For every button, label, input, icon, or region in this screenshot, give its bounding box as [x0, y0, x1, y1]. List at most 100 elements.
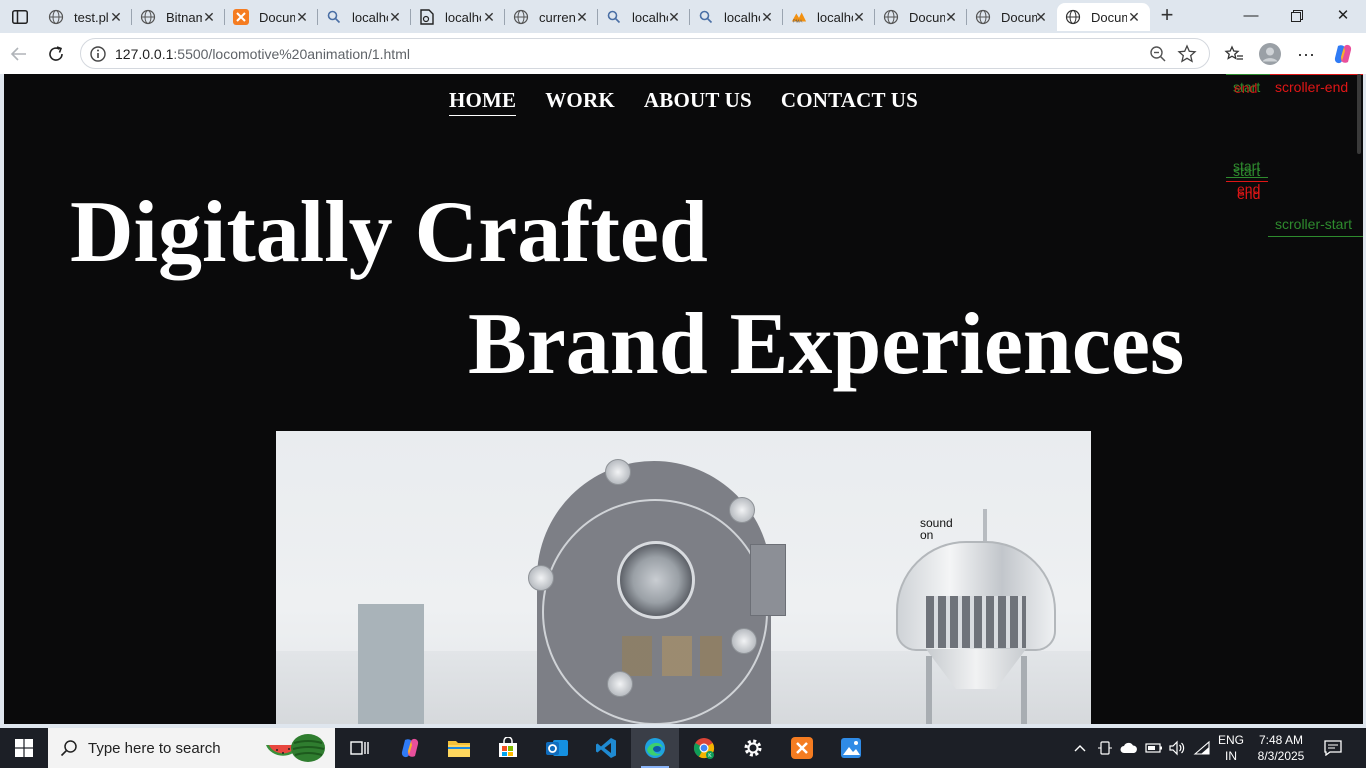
clock[interactable]: 7:48 AM 8/3/2025 [1250, 732, 1312, 764]
close-tab-icon[interactable]: ✕ [387, 9, 403, 25]
browser-tab[interactable]: localhost ✕ [318, 3, 411, 31]
close-tab-icon[interactable]: ✕ [201, 9, 217, 25]
show-hidden-icons-chevron-icon[interactable] [1070, 728, 1090, 768]
browser-tab[interactable]: test.pl ✕ [40, 3, 132, 31]
watermelon-icon [264, 733, 326, 763]
close-tab-icon[interactable]: ✕ [294, 9, 310, 25]
nav-work[interactable]: WORK [545, 88, 615, 116]
sound-toggle[interactable]: sound on [920, 517, 953, 541]
clock-date: 8/3/2025 [1257, 749, 1305, 763]
xampp-app-icon[interactable] [778, 728, 826, 768]
video-knob [607, 671, 633, 697]
copilot-app-icon[interactable] [386, 728, 434, 768]
browser-tab[interactable]: current ✕ [505, 3, 598, 31]
marker-end: end [1237, 186, 1261, 202]
browser-tab[interactable]: Document ✕ [875, 3, 967, 31]
tray-device-icon[interactable] [1095, 728, 1115, 768]
zoom-out-icon[interactable] [1149, 45, 1167, 63]
windows-start-icon[interactable] [0, 728, 48, 768]
marker-line-scroller-end [1270, 74, 1363, 75]
language-indicator[interactable]: ENG IN [1214, 732, 1248, 764]
tab-label: Document [1091, 9, 1127, 25]
close-tab-icon[interactable]: ✕ [851, 9, 867, 25]
restore-icon[interactable] [1274, 4, 1320, 28]
hero-heading-line-2: Brand Experiences [468, 296, 1185, 393]
document-icon [419, 9, 435, 25]
tab-label: localhost [724, 9, 760, 25]
region-code: IN [1225, 749, 1237, 763]
copilot-icon[interactable] [1330, 41, 1356, 67]
favorite-star-icon[interactable] [1177, 44, 1197, 64]
outlook-icon[interactable] [533, 728, 581, 768]
browser-tab[interactable]: localhost ✕ [690, 3, 783, 31]
close-window-icon[interactable]: ✕ [1320, 4, 1366, 28]
minimize-icon[interactable]: — [1228, 4, 1274, 28]
browser-toolbar: 127.0.0.1:5500/locomotive%20animation/1.… [0, 33, 1366, 74]
close-tab-icon[interactable]: ✕ [481, 9, 497, 25]
close-tab-icon[interactable]: ✕ [1033, 9, 1049, 25]
tab-label: localhost [352, 9, 388, 25]
microsoft-store-icon[interactable] [484, 728, 532, 768]
tab-label: localhost [632, 9, 668, 25]
language-code: ENG [1217, 733, 1244, 747]
file-explorer-icon[interactable] [435, 728, 483, 768]
hero-video[interactable]: sound on [276, 431, 1091, 724]
refresh-icon[interactable] [43, 41, 69, 67]
battery-icon[interactable] [1143, 728, 1165, 768]
more-options-icon[interactable]: ··· [1293, 41, 1319, 67]
marker-line-start [1226, 177, 1268, 178]
video-knob [731, 628, 757, 654]
edge-browser-icon[interactable] [631, 728, 679, 768]
browser-tab[interactable]: Document ✕ [225, 3, 318, 31]
site-info-icon[interactable] [89, 45, 107, 63]
tab-strip: test.pl ✕ Bitnami ✕ Document ✕ localhost… [0, 0, 1366, 33]
close-tab-icon[interactable]: ✕ [574, 9, 590, 25]
nav-contact-us[interactable]: CONTACT US [781, 88, 918, 116]
network-icon[interactable] [1190, 728, 1214, 768]
marker-line-start [1226, 74, 1270, 75]
close-tab-icon[interactable]: ✕ [108, 9, 124, 25]
main-nav: HOME WORK ABOUT US CONTACT US [4, 88, 1363, 116]
browser-tab[interactable]: Bitnami ✕ [132, 3, 225, 31]
globe-icon [140, 9, 156, 25]
new-tab-icon[interactable]: + [1155, 4, 1179, 27]
nav-home[interactable]: HOME [448, 88, 517, 116]
notifications-icon[interactable] [1320, 728, 1346, 768]
settings-gear-icon[interactable] [729, 728, 777, 768]
photos-app-icon[interactable] [827, 728, 875, 768]
vscode-icon[interactable] [582, 728, 630, 768]
svg-text:PMA: PMA [793, 18, 803, 23]
task-view-icon[interactable] [336, 728, 384, 768]
back-arrow-icon[interactable] [6, 41, 32, 67]
marker-line-scroller-start [1268, 236, 1363, 237]
browser-tab[interactable]: localhost ✕ [598, 3, 690, 31]
browser-tab[interactable]: localhost ✕ [411, 3, 505, 31]
url-host: 127.0.0.1 [115, 46, 174, 62]
tab-label: Bitnami [166, 9, 202, 25]
close-tab-icon[interactable]: ✕ [759, 9, 775, 25]
search-icon [606, 9, 622, 25]
xampp-icon [233, 9, 249, 25]
search-icon [60, 739, 78, 757]
tab-label: Document [909, 9, 945, 25]
browser-tab[interactable]: PMA localhost ✕ [783, 3, 875, 31]
hero-heading-line-1: Digitally Crafted [70, 184, 708, 281]
taskbar-search-box[interactable]: Type here to search [48, 728, 335, 768]
close-tab-icon[interactable]: ✕ [666, 9, 682, 25]
browser-tab-active[interactable]: Document ✕ [1057, 3, 1150, 31]
onedrive-cloud-icon[interactable] [1118, 728, 1140, 768]
favorites-list-icon[interactable] [1221, 41, 1247, 67]
tab-label: localhost [817, 9, 853, 25]
sidebar-toggle-icon[interactable] [8, 6, 32, 28]
close-tab-icon[interactable]: ✕ [1126, 9, 1142, 25]
video-knob [528, 565, 554, 591]
volume-icon[interactable] [1166, 728, 1188, 768]
profile-avatar-icon[interactable] [1257, 41, 1283, 67]
video-box [358, 604, 424, 724]
nav-about-us[interactable]: ABOUT US [644, 88, 752, 116]
address-bar[interactable]: 127.0.0.1:5500/locomotive%20animation/1.… [80, 38, 1210, 69]
scrollbar-thumb[interactable] [1357, 74, 1361, 154]
browser-tab[interactable]: Document ✕ [967, 3, 1057, 31]
chrome-icon[interactable]: K [680, 728, 728, 768]
close-tab-icon[interactable]: ✕ [943, 9, 959, 25]
